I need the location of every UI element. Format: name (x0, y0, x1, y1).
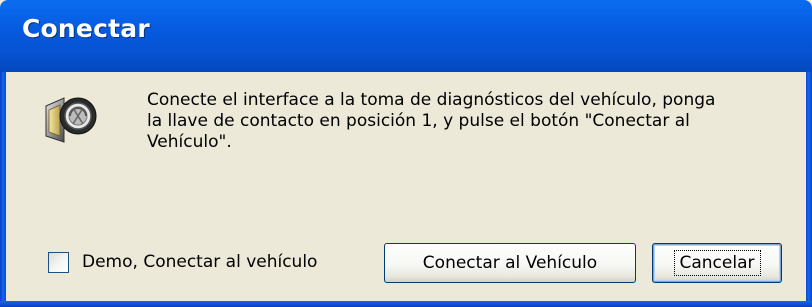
demo-checkbox-label[interactable]: Demo, Conectar al vehículo (82, 252, 317, 272)
demo-option[interactable]: Demo, Conectar al vehículo (48, 247, 317, 277)
window-frame-right (806, 72, 812, 307)
dialog-body: Conecte el interface a la toma de diagnó… (6, 72, 806, 301)
title-bar[interactable]: Conectar (0, 0, 812, 72)
demo-checkbox[interactable] (48, 251, 69, 273)
window-frame-bottom (0, 301, 812, 307)
diagnostic-connector-icon (40, 86, 102, 148)
connect-vehicle-button[interactable]: Conectar al Vehículo (384, 243, 636, 283)
dialog-message: Conecte el interface a la toma de diagnó… (147, 90, 716, 152)
connect-dialog: Conectar Conecte el interface a la toma … (0, 0, 812, 307)
connect-vehicle-button-label: Conectar al Vehículo (422, 253, 598, 273)
cancel-button[interactable]: Cancelar (652, 243, 782, 283)
cancel-button-label: Cancelar (673, 250, 761, 276)
window-title: Conectar (22, 14, 150, 43)
